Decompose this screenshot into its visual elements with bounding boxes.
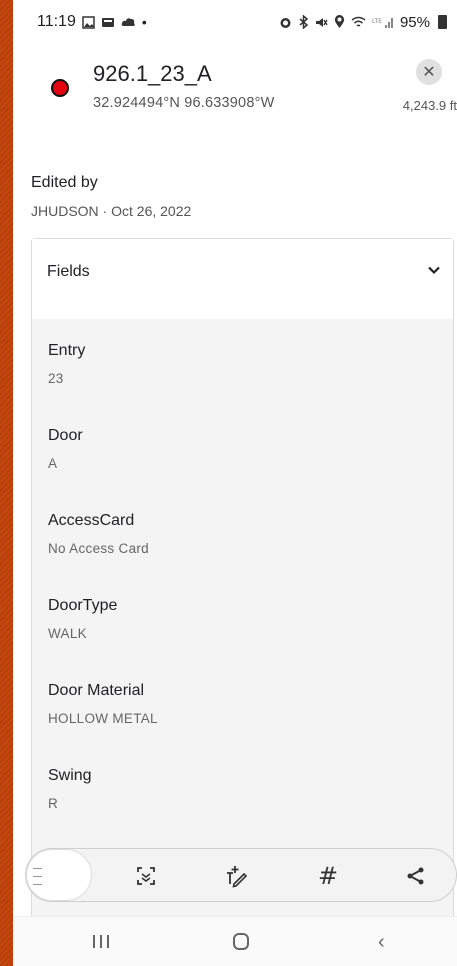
field-label: Door Material [48, 682, 145, 699]
fields-header[interactable]: Fields [32, 239, 453, 319]
gallery-icon [82, 15, 95, 29]
close-button[interactable]: ✕ [416, 59, 442, 85]
bluetooth-icon [299, 15, 309, 29]
app-screen: 11:19 • LTE 95% 926.1_23_A 32.924494°N 9… [13, 0, 457, 966]
scan-icon [137, 867, 155, 885]
field-value: 23 [48, 371, 64, 386]
battery-icon [438, 15, 447, 29]
handle-line [33, 868, 42, 869]
edited-by-value: JHUDSON · Oct 26, 2022 [31, 203, 192, 219]
home-button[interactable] [233, 933, 249, 950]
field-entry: Entry 23 [48, 342, 85, 386]
field-value: WALK [48, 626, 87, 641]
field-value: No Access Card [48, 541, 149, 556]
mute-icon [315, 17, 328, 27]
field-label: Door [48, 427, 83, 444]
alarm-icon [280, 17, 291, 28]
share-icon [407, 867, 424, 885]
field-label: Swing [48, 767, 92, 784]
action-toolbar: # [25, 848, 457, 902]
recents-button[interactable] [93, 935, 109, 948]
field-door-material: Door Material HOLLOW METAL [48, 682, 158, 726]
wifi-icon [351, 16, 366, 27]
feature-coordinates: 32.924494°N 96.633908°W [93, 95, 275, 111]
share-button[interactable] [402, 862, 430, 890]
status-time: 11:19 [37, 13, 76, 30]
close-icon: ✕ [422, 64, 436, 81]
hash-icon: # [317, 862, 339, 890]
field-swing: Swing R [48, 767, 92, 811]
field-value: A [48, 456, 58, 471]
battery-percent: 95% [399, 13, 430, 31]
cloud-icon [121, 18, 135, 26]
location-icon [334, 15, 345, 28]
dot-icon: • [141, 14, 147, 30]
edit-geometry-icon [227, 866, 248, 888]
edited-by-label: Edited by [31, 174, 98, 191]
status-bar: 11:19 • LTE 95% [13, 0, 457, 44]
field-value: R [48, 796, 59, 811]
scan-button[interactable] [132, 862, 160, 890]
feature-title: 926.1_23_A [93, 61, 212, 86]
field-label: Entry [48, 342, 86, 359]
field-doortype: DoorType WALK [48, 597, 117, 641]
feature-distance: 4,243.9 ft [402, 98, 457, 113]
handle-line [33, 876, 42, 877]
fields-title: Fields [47, 263, 90, 280]
feature-header: 926.1_23_A 32.924494°N 96.633908°W ✕ 4,2… [13, 52, 457, 120]
handle-line [33, 884, 42, 885]
field-label: AccessCard [48, 512, 135, 529]
field-label: DoorType [48, 597, 118, 614]
chevron-down-icon[interactable] [427, 263, 441, 277]
notification-icon [101, 17, 114, 27]
field-door: Door A [48, 427, 83, 471]
back-button[interactable]: ‹ [378, 931, 385, 954]
feature-marker-icon [51, 79, 69, 97]
svg-text:LTE: LTE [372, 18, 382, 25]
signal-icon: LTE [372, 17, 393, 28]
attributes-button[interactable]: # [314, 862, 342, 890]
system-nav-bar: ‹ [13, 916, 457, 966]
drag-handle[interactable] [26, 849, 92, 901]
field-accesscard: AccessCard No Access Card [48, 512, 149, 556]
edit-geometry-button[interactable] [222, 862, 250, 890]
field-value: HOLLOW METAL [48, 711, 158, 726]
